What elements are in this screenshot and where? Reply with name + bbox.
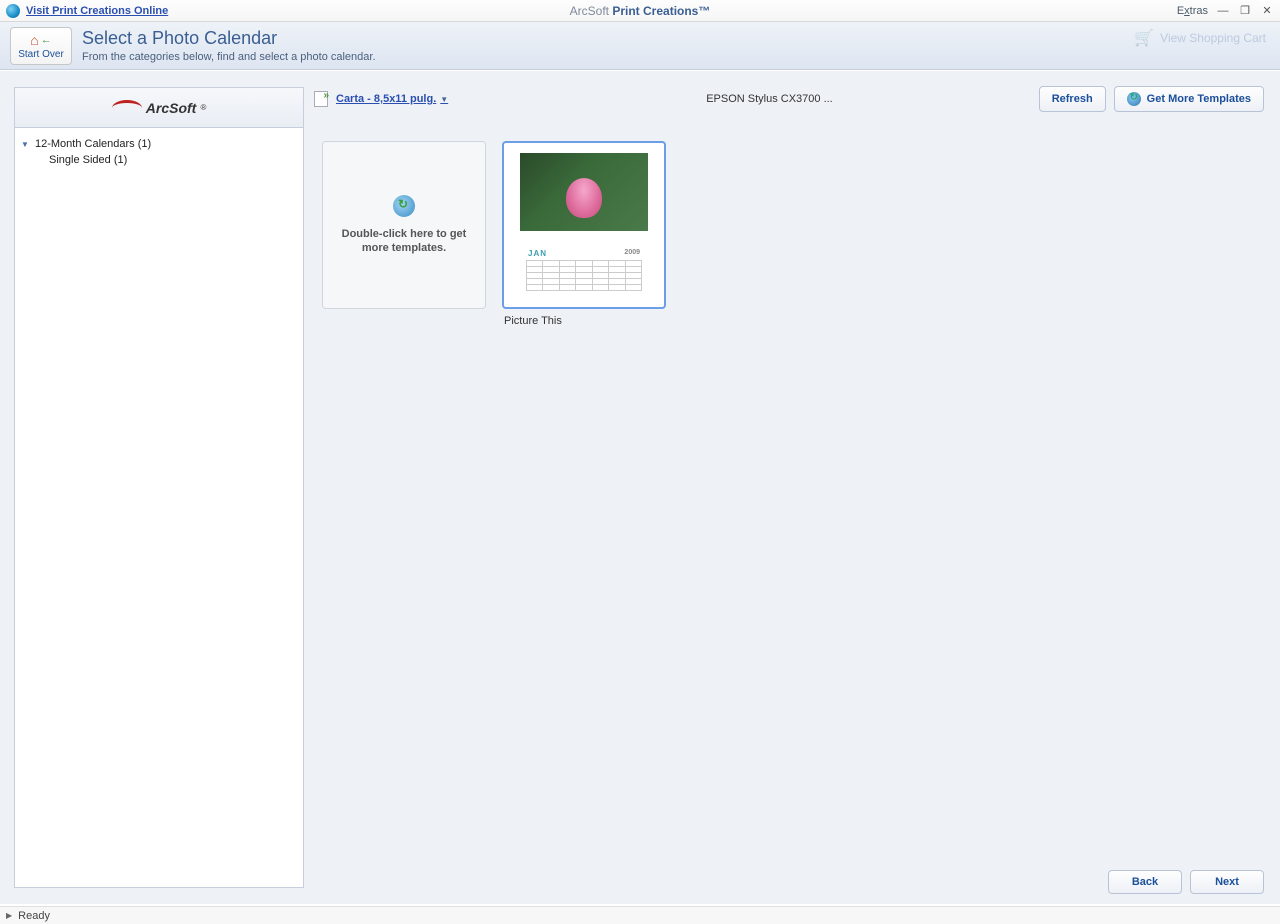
triangle-right-icon: ▶ [6, 911, 12, 920]
template-label: Picture This [502, 315, 666, 327]
next-button[interactable]: Next [1190, 870, 1264, 894]
paper-icon [314, 91, 328, 107]
paper-size-selector[interactable]: Carta - 8,5x11 pulg. ▼ [336, 93, 448, 105]
extras-menu[interactable]: Extras [1177, 5, 1208, 17]
maximize-button[interactable]: ❐ [1238, 4, 1252, 18]
status-bar: ▶ Ready [0, 906, 1280, 924]
arcsoft-swoosh-icon [112, 100, 142, 116]
refresh-icon [1127, 92, 1141, 106]
app-title: ArcSoft Print Creations™ [570, 4, 711, 18]
header: ⌂ ← Start Over Select a Photo Calendar F… [0, 22, 1280, 70]
content-toolbar: Carta - 8,5x11 pulg. ▼ EPSON Stylus CX37… [314, 85, 1264, 113]
template-thumbnail [520, 153, 648, 231]
get-more-icon [393, 195, 415, 217]
sidebar: ArcSoft® ▼ 12-Month Calendars (1) Single… [14, 87, 304, 888]
navigation-buttons: Back Next [1108, 870, 1264, 894]
chevron-down-icon: ▼ [440, 95, 448, 104]
tree-item-12-month-calendars[interactable]: ▼ 12-Month Calendars (1) [21, 136, 297, 152]
main-area: ArcSoft® ▼ 12-Month Calendars (1) Single… [0, 70, 1280, 904]
arcsoft-logo: ArcSoft® [15, 88, 303, 128]
titlebar: Visit Print Creations Online ArcSoft Pri… [0, 0, 1280, 22]
home-icon: ⌂ [30, 32, 38, 48]
status-text: Ready [18, 910, 50, 922]
page-subtitle: From the categories below, find and sele… [82, 51, 376, 63]
tree-item-single-sided[interactable]: Single Sided (1) [21, 152, 297, 168]
content-area: Carta - 8,5x11 pulg. ▼ EPSON Stylus CX37… [314, 71, 1280, 904]
close-button[interactable]: ✕ [1260, 4, 1274, 18]
back-button[interactable]: Back [1108, 870, 1182, 894]
start-over-label: Start Over [18, 49, 64, 60]
template-tile-picture-this[interactable]: JAN 2009 Picture This [502, 141, 666, 327]
start-over-button[interactable]: ⌂ ← Start Over [10, 27, 72, 65]
visit-print-creations-link[interactable]: Visit Print Creations Online [26, 5, 168, 17]
minimize-button[interactable]: — [1216, 4, 1230, 18]
get-more-templates-button[interactable]: Get More Templates [1114, 86, 1264, 112]
chevron-down-icon: ▼ [21, 140, 31, 149]
lotus-image [566, 178, 602, 218]
shopping-cart-link[interactable]: 🛒 View Shopping Cart [1134, 28, 1266, 48]
arrow-left-icon: ← [41, 34, 52, 46]
printer-label: EPSON Stylus CX3700 ... [706, 93, 833, 105]
globe-icon [6, 4, 20, 18]
refresh-button[interactable]: Refresh [1039, 86, 1106, 112]
template-gallery: Double-click here to get more templates.… [314, 113, 1264, 355]
category-tree: ▼ 12-Month Calendars (1) Single Sided (1… [15, 128, 303, 176]
calendar-grid-preview: JAN 2009 [520, 245, 648, 297]
page-title: Select a Photo Calendar [82, 28, 376, 49]
cart-icon: 🛒 [1134, 28, 1154, 48]
get-more-templates-tile[interactable]: Double-click here to get more templates. [322, 141, 486, 309]
